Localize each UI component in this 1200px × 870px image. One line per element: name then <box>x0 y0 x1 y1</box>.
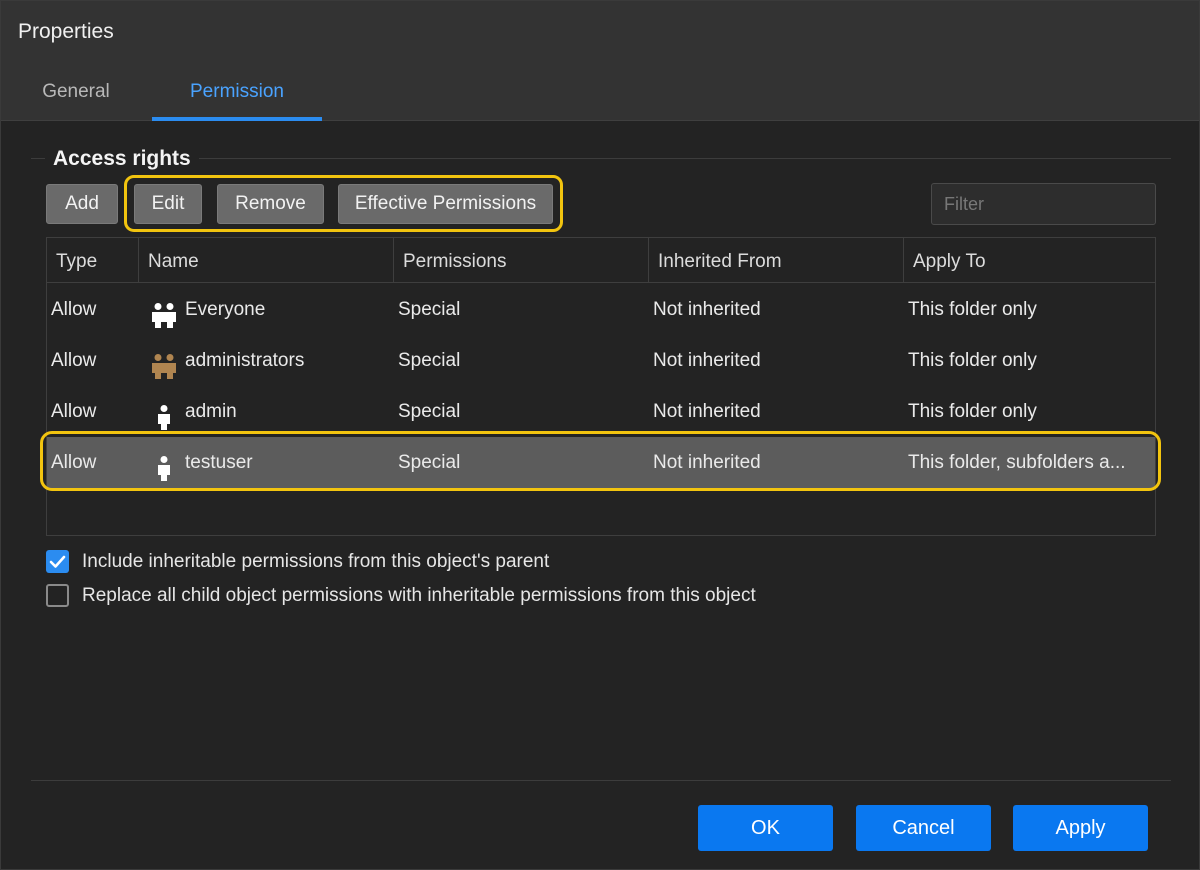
ok-button[interactable]: OK <box>698 805 833 851</box>
apply-button[interactable]: Apply <box>1013 805 1148 851</box>
row-type: Allow <box>51 452 97 473</box>
permissions-table: Type Name Permissions Inherited From App… <box>46 237 1156 536</box>
active-tab-indicator <box>152 117 322 121</box>
dialog-title: Properties <box>18 20 114 43</box>
remove-button[interactable]: Remove <box>217 184 324 224</box>
user-icon <box>150 399 178 430</box>
properties-dialog: Properties General Permission Access rig… <box>0 0 1200 870</box>
table-row[interactable]: Allow admin Special Not inherited This f… <box>47 386 1155 437</box>
filter-input[interactable]: Filter <box>931 183 1156 225</box>
row-name: administrators <box>185 350 305 371</box>
row-name: testuser <box>185 452 253 473</box>
row-inherited-from: Not inherited <box>653 299 761 320</box>
table-header: Type Name Permissions Inherited From App… <box>47 238 1155 283</box>
row-name: admin <box>185 401 237 422</box>
table-row[interactable]: Allow Everyone Special Not inherited Thi… <box>47 284 1155 335</box>
row-permissions: Special <box>398 299 461 320</box>
replace-child-label[interactable]: Replace all child object permissions wit… <box>82 585 756 607</box>
row-inherited-from: Not inherited <box>653 350 761 371</box>
row-apply-to: This folder only <box>908 350 1037 371</box>
table-row[interactable]: Allow administrators Special Not inherit… <box>47 335 1155 386</box>
access-rights-title: Access rights <box>45 147 199 171</box>
column-header-permissions[interactable]: Permissions <box>393 238 648 283</box>
row-type: Allow <box>51 299 97 320</box>
row-inherited-from: Not inherited <box>653 401 761 422</box>
row-apply-to: This folder only <box>908 401 1037 422</box>
table-row-selected[interactable]: Allow testuser Special Not inherited Thi… <box>47 437 1155 488</box>
add-button[interactable]: Add <box>46 184 118 224</box>
row-permissions: Special <box>398 350 461 371</box>
include-inheritable-checkbox[interactable] <box>46 550 69 573</box>
checkmark-icon <box>49 555 66 568</box>
include-inheritable-label[interactable]: Include inheritable permissions from thi… <box>82 551 549 573</box>
row-inherited-from: Not inherited <box>653 452 761 473</box>
column-header-apply-to[interactable]: Apply To <box>903 238 1155 283</box>
footer-divider <box>31 780 1171 781</box>
row-type: Allow <box>51 401 97 422</box>
tab-permission[interactable]: Permission <box>152 69 322 121</box>
tab-general[interactable]: General <box>1 69 151 121</box>
title-bar: Properties General Permission <box>1 1 1199 121</box>
group-icon <box>150 297 178 328</box>
row-permissions: Special <box>398 452 461 473</box>
edit-button[interactable]: Edit <box>134 184 202 224</box>
column-header-type[interactable]: Type <box>47 238 138 283</box>
column-header-inherited-from[interactable]: Inherited From <box>648 238 903 283</box>
row-apply-to: This folder, subfolders a... <box>908 452 1126 473</box>
row-permissions: Special <box>398 401 461 422</box>
cancel-button[interactable]: Cancel <box>856 805 991 851</box>
admin-group-icon <box>150 348 178 379</box>
row-name: Everyone <box>185 299 266 320</box>
section-divider <box>31 158 1171 159</box>
tab-permission-label: Permission <box>190 81 284 102</box>
effective-permissions-button[interactable]: Effective Permissions <box>338 184 553 224</box>
user-icon <box>150 450 178 481</box>
row-type: Allow <box>51 350 97 371</box>
row-apply-to: This folder only <box>908 299 1037 320</box>
column-header-name[interactable]: Name <box>138 238 393 283</box>
replace-child-checkbox[interactable] <box>46 584 69 607</box>
